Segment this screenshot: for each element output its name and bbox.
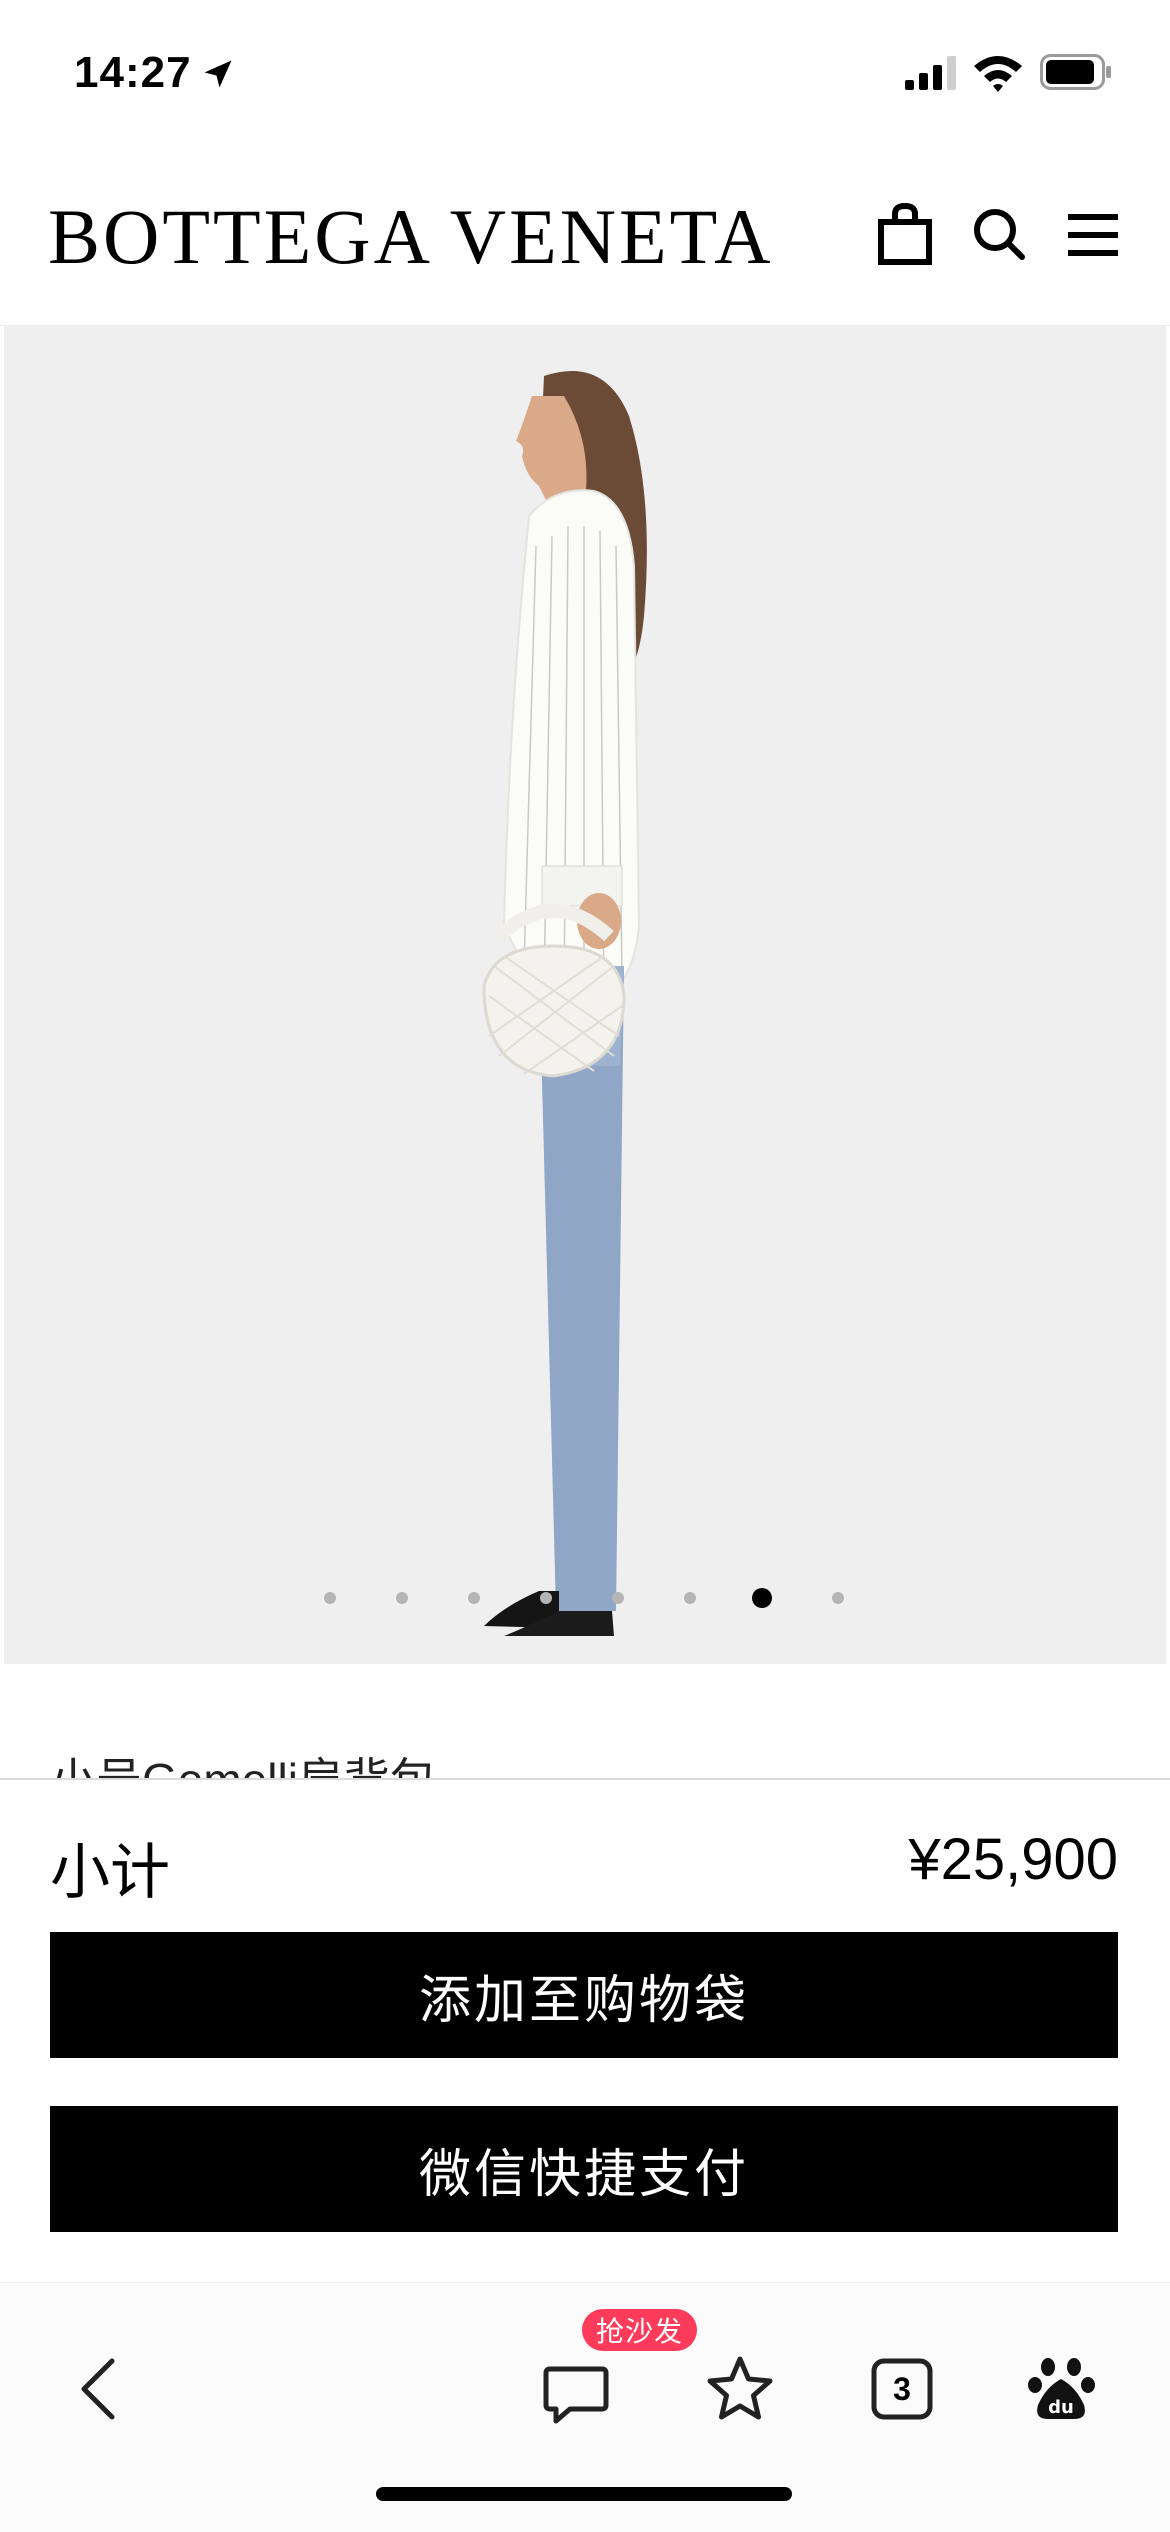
site-header: BOTTEGA VENETA	[0, 150, 1170, 326]
carousel-dot[interactable]	[324, 1592, 336, 1604]
browser-toolbar: 抢沙发 3 du	[0, 2282, 1170, 2532]
carousel-dot-active[interactable]	[752, 1588, 772, 1608]
cellular-signal-icon	[905, 56, 956, 90]
carousel-dot[interactable]	[832, 1592, 844, 1604]
subtotal-price: ¥25,900	[908, 1827, 1118, 1892]
tabs-button[interactable]: 3	[866, 2353, 938, 2425]
svg-text:du: du	[1048, 2397, 1074, 2418]
status-time: 14:27	[74, 48, 192, 97]
add-to-bag-button[interactable]: 添加至购物袋	[50, 1932, 1118, 2058]
carousel-dot[interactable]	[612, 1592, 624, 1604]
star-icon[interactable]	[704, 2353, 776, 2425]
brand-logo[interactable]: BOTTEGA VENETA	[48, 198, 773, 276]
back-chevron-icon[interactable]	[66, 2353, 138, 2425]
wechat-pay-button[interactable]: 微信快捷支付	[50, 2106, 1118, 2232]
carousel-dot[interactable]	[468, 1592, 480, 1604]
product-name-area: 小号Gemelli肩背包	[0, 1664, 1170, 1780]
battery-icon	[1040, 54, 1111, 90]
comment-icon[interactable]	[540, 2357, 612, 2429]
carousel-dot[interactable]	[540, 1592, 552, 1604]
subtotal-label: 小计	[50, 1839, 170, 1906]
carousel-pagination[interactable]	[4, 1588, 1166, 1608]
home-indicator	[376, 2487, 792, 2501]
purchase-panel: 小计 ¥25,900 添加至购物袋 微信快捷支付	[0, 1778, 1170, 2282]
baidu-paw-icon[interactable]: du	[1026, 2353, 1098, 2425]
search-icon[interactable]	[968, 200, 1028, 266]
comment-hot-badge: 抢沙发	[582, 2309, 698, 2351]
wifi-icon	[974, 56, 1022, 92]
shopping-bag-icon[interactable]	[875, 200, 935, 266]
product-image-gallery[interactable]	[4, 326, 1166, 1664]
tabs-count: 3	[893, 2370, 911, 2407]
product-name: 小号Gemelli肩背包	[50, 1754, 436, 1780]
status-bar: 14:27	[0, 0, 1170, 150]
carousel-dot[interactable]	[396, 1592, 408, 1604]
product-photo-model	[482, 371, 647, 1636]
hamburger-menu-icon[interactable]	[1064, 200, 1124, 266]
location-arrow-icon	[204, 60, 232, 88]
carousel-dot[interactable]	[684, 1592, 696, 1604]
